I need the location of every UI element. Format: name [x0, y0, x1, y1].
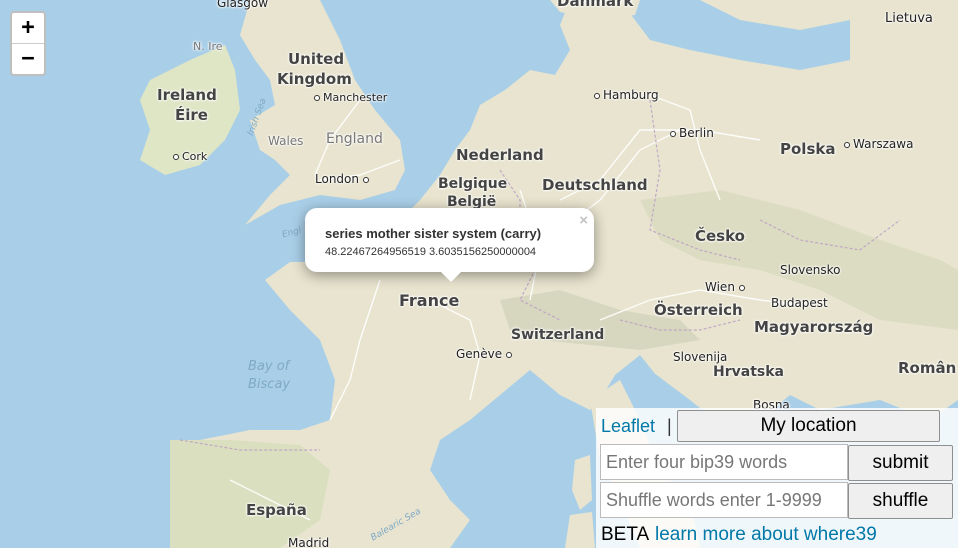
leaflet-attribution-link[interactable]: Leaflet — [601, 416, 655, 437]
popup-title: series mother sister system (carry) — [325, 226, 542, 241]
map-label-warszawa: Warszawa — [844, 137, 913, 151]
map-label-kingdom: Kingdom — [277, 70, 352, 88]
shuffle-number-input[interactable]: Shuffle words enter 1-9999 — [600, 482, 848, 518]
zoom-in-button[interactable]: + — [12, 13, 44, 43]
attribution-separator: | — [667, 416, 672, 436]
map-label-nire: N. Ire — [193, 40, 223, 53]
map-label-slovensko: Slovensko — [780, 263, 841, 277]
popup-tip — [439, 270, 463, 282]
map-label-bay-of: Bay of — [248, 359, 290, 374]
map-label-manchester: Manchester — [314, 91, 387, 104]
map-label-hamburg: Hamburg — [594, 88, 659, 102]
popup-coordinates: 48.22467264956519 3.6035156250000004 — [325, 246, 537, 258]
submit-button[interactable]: submit — [848, 445, 953, 481]
map-label-polska: Polska — [780, 140, 836, 158]
map-label-berlin: Berlin — [670, 126, 714, 140]
map-label-madrid: Madrid — [288, 536, 330, 548]
zoom-out-button[interactable]: − — [12, 43, 44, 74]
control-panel: Leaflet | My location Enter four bip39 w… — [596, 408, 958, 548]
map-label-cesko: Česko — [695, 227, 745, 245]
shuffle-button[interactable]: shuffle — [848, 483, 953, 519]
map-label-romania: Român — [898, 359, 957, 377]
map-label-magyarorszag: Magyarország — [754, 318, 874, 336]
map-label-deutschland: Deutschland — [542, 176, 648, 194]
map-label-switzerland: Switzerland — [511, 327, 605, 343]
map-label-hrvatska: Hrvatska — [713, 364, 784, 380]
location-popup: × series mother sister system (carry) 48… — [305, 208, 594, 282]
map-label-slovenija: Slovenija — [673, 350, 728, 364]
map-label-united: United — [288, 50, 345, 68]
map-label-cork: Cork — [173, 150, 207, 163]
map-label-wales: Wales — [268, 134, 304, 148]
map-label-nederland: Nederland — [456, 146, 544, 164]
map-label-biscay: Biscay — [248, 377, 291, 392]
map-label-wien: Wien — [705, 280, 748, 294]
popup-close-button[interactable]: × — [579, 212, 588, 229]
map-label-espana: España — [246, 501, 307, 519]
map-label-osterreich: Österreich — [654, 301, 743, 319]
map-label-eire: Éire — [175, 106, 208, 124]
bip39-words-input[interactable]: Enter four bip39 words — [600, 444, 848, 480]
map-label-belgique: Belgique — [438, 176, 508, 192]
zoom-control: + − — [10, 11, 46, 76]
map-label-danmark: Danmark — [557, 0, 634, 10]
learn-more-link[interactable]: learn more about where39 — [655, 524, 877, 546]
map-label-france: France — [399, 291, 460, 310]
map-label-london: London — [315, 172, 372, 186]
map-label-lietuva: Lietuva — [885, 11, 933, 26]
map-label-budapest: Budapest — [771, 296, 828, 310]
map-label-geneve: Genève — [456, 347, 515, 361]
map-label-ireland: Ireland — [157, 86, 217, 104]
beta-label: BETA — [601, 524, 650, 545]
map-label-glasgow: Glasgow — [217, 0, 269, 10]
map-label-england: England — [326, 131, 383, 147]
my-location-button[interactable]: My location — [677, 410, 940, 442]
